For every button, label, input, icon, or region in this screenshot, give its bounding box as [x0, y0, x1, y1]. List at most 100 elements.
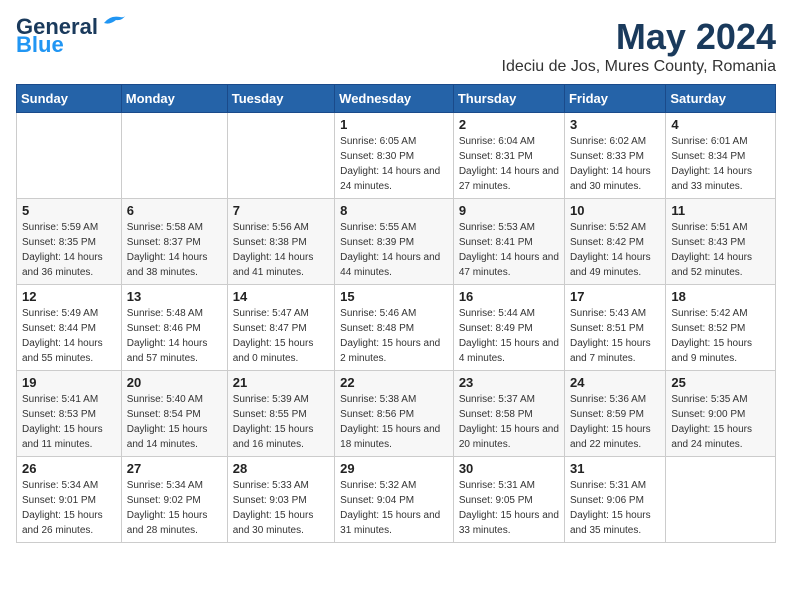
day-detail: Sunrise: 5:58 AM Sunset: 8:37 PM Dayligh…: [127, 220, 222, 280]
calendar-cell: [121, 113, 227, 199]
calendar-cell: 20 Sunrise: 5:40 AM Sunset: 8:54 PM Dayli…: [121, 371, 227, 457]
calendar-cell: 29 Sunrise: 5:32 AM Sunset: 9:04 PM Dayli…: [335, 457, 454, 543]
weekday-header-friday: Friday: [564, 85, 665, 113]
day-detail: Sunrise: 5:41 AM Sunset: 8:53 PM Dayligh…: [22, 392, 116, 452]
day-number: 31: [570, 461, 660, 476]
day-number: 2: [459, 117, 559, 132]
day-number: 21: [233, 375, 329, 390]
day-number: 3: [570, 117, 660, 132]
day-number: 20: [127, 375, 222, 390]
day-number: 27: [127, 461, 222, 476]
calendar-cell: 23Sunrise: 5:37 AM Sunset: 8:58 PM Dayli…: [453, 371, 564, 457]
calendar-cell: [227, 113, 334, 199]
calendar-cell: 28 Sunrise: 5:33 AM Sunset: 9:03 PM Dayli…: [227, 457, 334, 543]
calendar-cell: 22 Sunrise: 5:38 AM Sunset: 8:56 PM Dayli…: [335, 371, 454, 457]
day-number: 5: [22, 203, 116, 218]
day-number: 16: [459, 289, 559, 304]
day-number: 17: [570, 289, 660, 304]
calendar-cell: 7 Sunrise: 5:56 AM Sunset: 8:38 PM Daylig…: [227, 199, 334, 285]
day-number: 30: [459, 461, 559, 476]
calendar-cell: 24Sunrise: 5:36 AM Sunset: 8:59 PM Dayli…: [564, 371, 665, 457]
calendar-cell: 16 Sunrise: 5:44 AM Sunset: 8:49 PM Dayli…: [453, 285, 564, 371]
day-number: 12: [22, 289, 116, 304]
calendar-table: SundayMondayTuesdayWednesdayThursdayFrid…: [16, 84, 776, 543]
day-number: 4: [671, 117, 770, 132]
day-detail: Sunrise: 6:02 AM Sunset: 8:33 PM Dayligh…: [570, 134, 660, 194]
day-detail: Sunrise: 5:49 AM Sunset: 8:44 PM Dayligh…: [22, 306, 116, 366]
calendar-cell: 2 Sunrise: 6:04 AM Sunset: 8:31 PM Daylig…: [453, 113, 564, 199]
day-number: 23: [459, 375, 559, 390]
calendar-cell: 5 Sunrise: 5:59 AM Sunset: 8:35 PM Daylig…: [17, 199, 122, 285]
calendar-cell: 12 Sunrise: 5:49 AM Sunset: 8:44 PM Dayli…: [17, 285, 122, 371]
calendar-cell: 6 Sunrise: 5:58 AM Sunset: 8:37 PM Daylig…: [121, 199, 227, 285]
calendar-cell: 11Sunrise: 5:51 AM Sunset: 8:43 PM Dayli…: [666, 199, 776, 285]
subtitle: Ideciu de Jos, Mures County, Romania: [502, 58, 777, 76]
title-section: May 2024 Ideciu de Jos, Mures County, Ro…: [502, 16, 777, 76]
calendar-cell: 14Sunrise: 5:47 AM Sunset: 8:47 PM Dayli…: [227, 285, 334, 371]
calendar-cell: 30 Sunrise: 5:31 AM Sunset: 9:05 PM Dayli…: [453, 457, 564, 543]
calendar-week-row: 12 Sunrise: 5:49 AM Sunset: 8:44 PM Dayli…: [17, 285, 776, 371]
calendar-cell: 4Sunrise: 6:01 AM Sunset: 8:34 PM Daylig…: [666, 113, 776, 199]
day-detail: Sunrise: 5:42 AM Sunset: 8:52 PM Dayligh…: [671, 306, 770, 366]
day-number: 13: [127, 289, 222, 304]
logo-blue-text: Blue: [16, 34, 64, 56]
day-detail: Sunrise: 5:33 AM Sunset: 9:03 PM Dayligh…: [233, 478, 329, 538]
day-detail: Sunrise: 6:04 AM Sunset: 8:31 PM Dayligh…: [459, 134, 559, 194]
day-detail: Sunrise: 5:55 AM Sunset: 8:39 PM Dayligh…: [340, 220, 448, 280]
day-number: 18: [671, 289, 770, 304]
calendar-cell: 27Sunrise: 5:34 AM Sunset: 9:02 PM Dayli…: [121, 457, 227, 543]
day-detail: Sunrise: 5:34 AM Sunset: 9:01 PM Dayligh…: [22, 478, 116, 538]
calendar-cell: 3 Sunrise: 6:02 AM Sunset: 8:33 PM Daylig…: [564, 113, 665, 199]
day-number: 29: [340, 461, 448, 476]
day-number: 15: [340, 289, 448, 304]
day-detail: Sunrise: 5:53 AM Sunset: 8:41 PM Dayligh…: [459, 220, 559, 280]
weekday-header-wednesday: Wednesday: [335, 85, 454, 113]
logo: General Blue: [16, 16, 128, 56]
calendar-cell: 18 Sunrise: 5:42 AM Sunset: 8:52 PM Dayli…: [666, 285, 776, 371]
calendar-cell: 9Sunrise: 5:53 AM Sunset: 8:41 PM Daylig…: [453, 199, 564, 285]
weekday-header-sunday: Sunday: [17, 85, 122, 113]
day-number: 7: [233, 203, 329, 218]
day-number: 25: [671, 375, 770, 390]
calendar-week-row: 26Sunrise: 5:34 AM Sunset: 9:01 PM Dayli…: [17, 457, 776, 543]
day-number: 1: [340, 117, 448, 132]
day-detail: Sunrise: 5:52 AM Sunset: 8:42 PM Dayligh…: [570, 220, 660, 280]
calendar-cell: 15Sunrise: 5:46 AM Sunset: 8:48 PM Dayli…: [335, 285, 454, 371]
day-number: 10: [570, 203, 660, 218]
calendar-cell: 8 Sunrise: 5:55 AM Sunset: 8:39 PM Daylig…: [335, 199, 454, 285]
weekday-header-thursday: Thursday: [453, 85, 564, 113]
day-detail: Sunrise: 5:31 AM Sunset: 9:05 PM Dayligh…: [459, 478, 559, 538]
calendar-cell: 13 Sunrise: 5:48 AM Sunset: 8:46 PM Dayli…: [121, 285, 227, 371]
day-detail: Sunrise: 5:48 AM Sunset: 8:46 PM Dayligh…: [127, 306, 222, 366]
day-number: 6: [127, 203, 222, 218]
calendar-cell: [17, 113, 122, 199]
day-detail: Sunrise: 5:35 AM Sunset: 9:00 PM Dayligh…: [671, 392, 770, 452]
calendar-cell: 10 Sunrise: 5:52 AM Sunset: 8:42 PM Dayli…: [564, 199, 665, 285]
logo-bird-icon: [100, 13, 128, 33]
day-number: 11: [671, 203, 770, 218]
calendar-week-row: 19 Sunrise: 5:41 AM Sunset: 8:53 PM Dayli…: [17, 371, 776, 457]
calendar-cell: 19 Sunrise: 5:41 AM Sunset: 8:53 PM Dayli…: [17, 371, 122, 457]
calendar-cell: 21Sunrise: 5:39 AM Sunset: 8:55 PM Dayli…: [227, 371, 334, 457]
day-detail: Sunrise: 5:36 AM Sunset: 8:59 PM Dayligh…: [570, 392, 660, 452]
day-number: 22: [340, 375, 448, 390]
calendar-cell: 25 Sunrise: 5:35 AM Sunset: 9:00 PM Dayli…: [666, 371, 776, 457]
day-detail: Sunrise: 5:44 AM Sunset: 8:49 PM Dayligh…: [459, 306, 559, 366]
day-detail: Sunrise: 5:40 AM Sunset: 8:54 PM Dayligh…: [127, 392, 222, 452]
day-number: 8: [340, 203, 448, 218]
calendar-cell: 17Sunrise: 5:43 AM Sunset: 8:51 PM Dayli…: [564, 285, 665, 371]
day-detail: Sunrise: 5:59 AM Sunset: 8:35 PM Dayligh…: [22, 220, 116, 280]
calendar-cell: [666, 457, 776, 543]
day-detail: Sunrise: 5:32 AM Sunset: 9:04 PM Dayligh…: [340, 478, 448, 538]
day-number: 19: [22, 375, 116, 390]
page-header: General Blue May 2024 Ideciu de Jos, Mur…: [16, 16, 776, 76]
calendar-cell: 1 Sunrise: 6:05 AM Sunset: 8:30 PM Daylig…: [335, 113, 454, 199]
day-number: 28: [233, 461, 329, 476]
day-detail: Sunrise: 5:56 AM Sunset: 8:38 PM Dayligh…: [233, 220, 329, 280]
day-detail: Sunrise: 5:38 AM Sunset: 8:56 PM Dayligh…: [340, 392, 448, 452]
weekday-header-saturday: Saturday: [666, 85, 776, 113]
day-detail: Sunrise: 5:31 AM Sunset: 9:06 PM Dayligh…: [570, 478, 660, 538]
calendar-week-row: 5 Sunrise: 5:59 AM Sunset: 8:35 PM Daylig…: [17, 199, 776, 285]
weekday-header-monday: Monday: [121, 85, 227, 113]
day-detail: Sunrise: 6:05 AM Sunset: 8:30 PM Dayligh…: [340, 134, 448, 194]
